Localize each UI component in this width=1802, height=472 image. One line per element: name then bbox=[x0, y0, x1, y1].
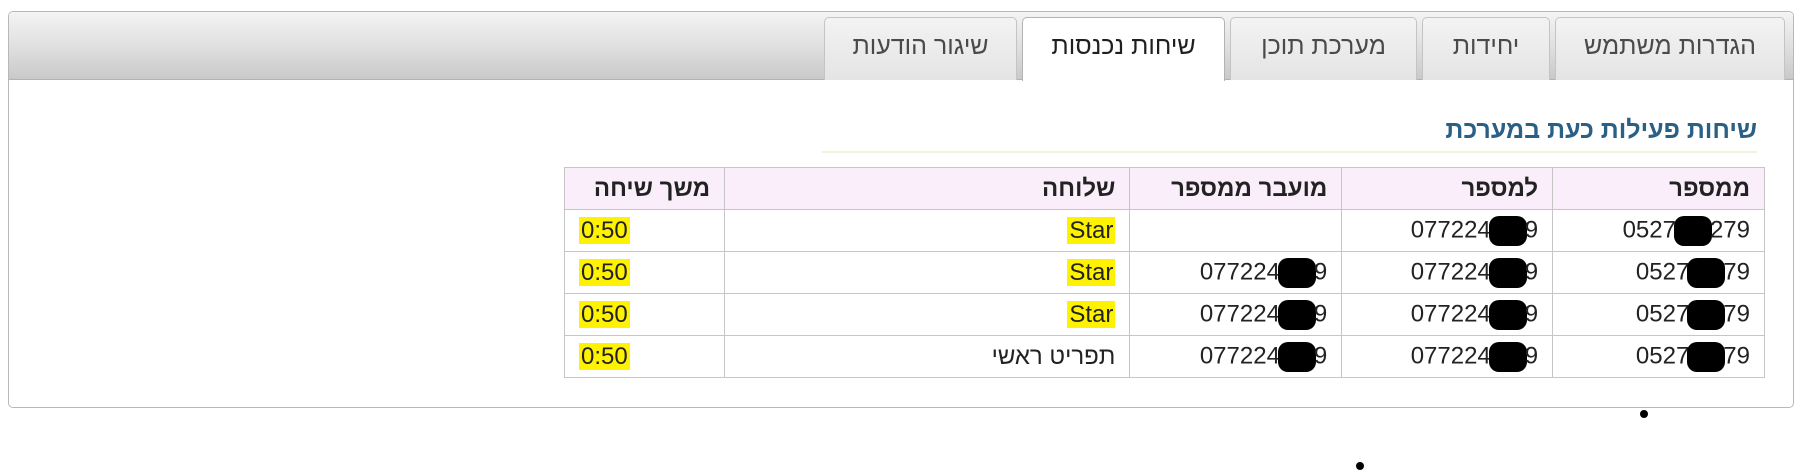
redaction-mark bbox=[1673, 215, 1712, 246]
cell-to: 077224 9 bbox=[1341, 293, 1554, 336]
to-suffix: 9 bbox=[1524, 257, 1539, 285]
cell-to: 077224 9 bbox=[1341, 335, 1554, 378]
from-prefix: 0527 bbox=[1635, 299, 1690, 327]
sender-value: Star bbox=[1067, 216, 1116, 244]
cell-duration: 0:50 bbox=[564, 335, 725, 378]
tab-user-settings[interactable]: הגדרות משתמש bbox=[1555, 17, 1785, 80]
from-prefix: 0527 bbox=[1622, 215, 1676, 243]
from-prefix: 0527 bbox=[1635, 257, 1690, 285]
duration-value: 0:50 bbox=[579, 258, 630, 286]
cell-to: 077224 9 bbox=[1341, 209, 1554, 252]
redaction-mark bbox=[1488, 299, 1527, 330]
active-calls-table: ממספר למספר מועבר ממספר שלוחה משך שיחה 0… bbox=[564, 167, 1765, 378]
tab-send-messages[interactable]: שיגור הודעות bbox=[824, 17, 1017, 80]
cell-transferred-from: 077224 9 bbox=[1129, 293, 1343, 336]
transferred-suffix: 9 bbox=[1313, 257, 1328, 285]
screen: הגדרות משתמש יחידות מערכת תוכן שיחות נכנ… bbox=[0, 0, 1802, 472]
cell-sender: תפריט ראשי bbox=[723, 335, 1131, 378]
redaction-mark bbox=[1277, 299, 1316, 330]
cell-from: 0527 79 bbox=[1552, 335, 1765, 378]
tab-bar: הגדרות משתמש יחידות מערכת תוכן שיחות נכנ… bbox=[9, 12, 1793, 81]
sender-value: Star bbox=[1067, 258, 1116, 286]
cell-transferred-from bbox=[1129, 209, 1343, 252]
transferred-suffix: 9 bbox=[1313, 341, 1328, 369]
to-suffix: 9 bbox=[1524, 299, 1539, 327]
redaction-mark bbox=[1687, 299, 1726, 330]
sender-value: Star bbox=[1067, 300, 1116, 328]
to-prefix: 077224 bbox=[1410, 257, 1491, 285]
cell-duration: 0:50 bbox=[564, 251, 725, 294]
cell-transferred-from: 077224 9 bbox=[1129, 335, 1343, 378]
transferred-suffix: 9 bbox=[1313, 299, 1328, 327]
cell-duration: 0:50 bbox=[564, 209, 725, 252]
table-row: 0527 79 077224 9 077224 9 Star 0:50 bbox=[564, 251, 1765, 294]
header-to: למספר bbox=[1341, 167, 1554, 210]
from-suffix: 79 bbox=[1723, 341, 1750, 369]
cell-to: 077224 9 bbox=[1341, 251, 1554, 294]
transferred-prefix: 077224 bbox=[1199, 341, 1280, 369]
to-suffix: 9 bbox=[1524, 215, 1539, 243]
from-suffix: 79 bbox=[1723, 299, 1750, 327]
to-prefix: 077224 bbox=[1410, 341, 1491, 369]
header-from: ממספר bbox=[1552, 167, 1765, 210]
cell-duration: 0:50 bbox=[564, 293, 725, 336]
table-row: 0527 279 077224 9 Star 0:50 bbox=[564, 209, 1765, 252]
cell-from: 0527 79 bbox=[1552, 251, 1765, 294]
cell-from: 0527 79 bbox=[1552, 293, 1765, 336]
header-duration: משך שיחה bbox=[564, 167, 725, 210]
to-suffix: 9 bbox=[1524, 341, 1539, 369]
to-prefix: 077224 bbox=[1410, 299, 1491, 327]
redaction-mark bbox=[1277, 341, 1316, 372]
redaction-mark bbox=[1488, 341, 1527, 372]
transferred-prefix: 077224 bbox=[1199, 257, 1280, 285]
from-suffix: 79 bbox=[1723, 257, 1750, 285]
redaction-mark bbox=[1488, 215, 1527, 246]
cell-from: 0527 279 bbox=[1552, 209, 1765, 252]
cell-sender: Star bbox=[723, 293, 1131, 336]
tabs-panel: הגדרות משתמש יחידות מערכת תוכן שיחות נכנ… bbox=[8, 11, 1794, 408]
table-row: 0527 79 077224 9 077224 9 Star 0:50 bbox=[564, 293, 1765, 336]
redaction-mark bbox=[1488, 257, 1527, 288]
header-transferred-from: מועבר ממספר bbox=[1129, 167, 1343, 210]
sender-value: תפריט ראשי bbox=[991, 342, 1116, 370]
duration-value: 0:50 bbox=[579, 216, 630, 244]
redaction-mark bbox=[1687, 341, 1726, 372]
redaction-mark bbox=[1687, 257, 1726, 288]
from-suffix: 279 bbox=[1709, 215, 1750, 243]
header-sender: שלוחה bbox=[723, 167, 1131, 210]
duration-value: 0:50 bbox=[579, 342, 630, 370]
stray-dot bbox=[1356, 462, 1364, 470]
tab-incoming-calls[interactable]: שיחות נכנסות bbox=[1022, 17, 1225, 81]
redaction-mark bbox=[1277, 257, 1316, 288]
section-title: שיחות פעילות כעת במערכת bbox=[1445, 116, 1757, 144]
table-row: 0527 79 077224 9 077224 9 תפריט ראשי 0:50 bbox=[564, 335, 1765, 378]
tab-content-system[interactable]: מערכת תוכן bbox=[1230, 17, 1417, 80]
tab-units[interactable]: יחידות bbox=[1422, 17, 1550, 80]
to-prefix: 077224 bbox=[1410, 215, 1491, 243]
stray-dot bbox=[1640, 410, 1648, 418]
cell-transferred-from: 077224 9 bbox=[1129, 251, 1343, 294]
cell-sender: Star bbox=[723, 209, 1131, 252]
transferred-prefix: 077224 bbox=[1199, 299, 1280, 327]
from-prefix: 0527 bbox=[1635, 341, 1690, 369]
duration-value: 0:50 bbox=[579, 300, 630, 328]
cell-sender: Star bbox=[723, 251, 1131, 294]
title-divider bbox=[822, 151, 1757, 153]
table-header-row: ממספר למספר מועבר ממספר שלוחה משך שיחה bbox=[564, 167, 1765, 210]
